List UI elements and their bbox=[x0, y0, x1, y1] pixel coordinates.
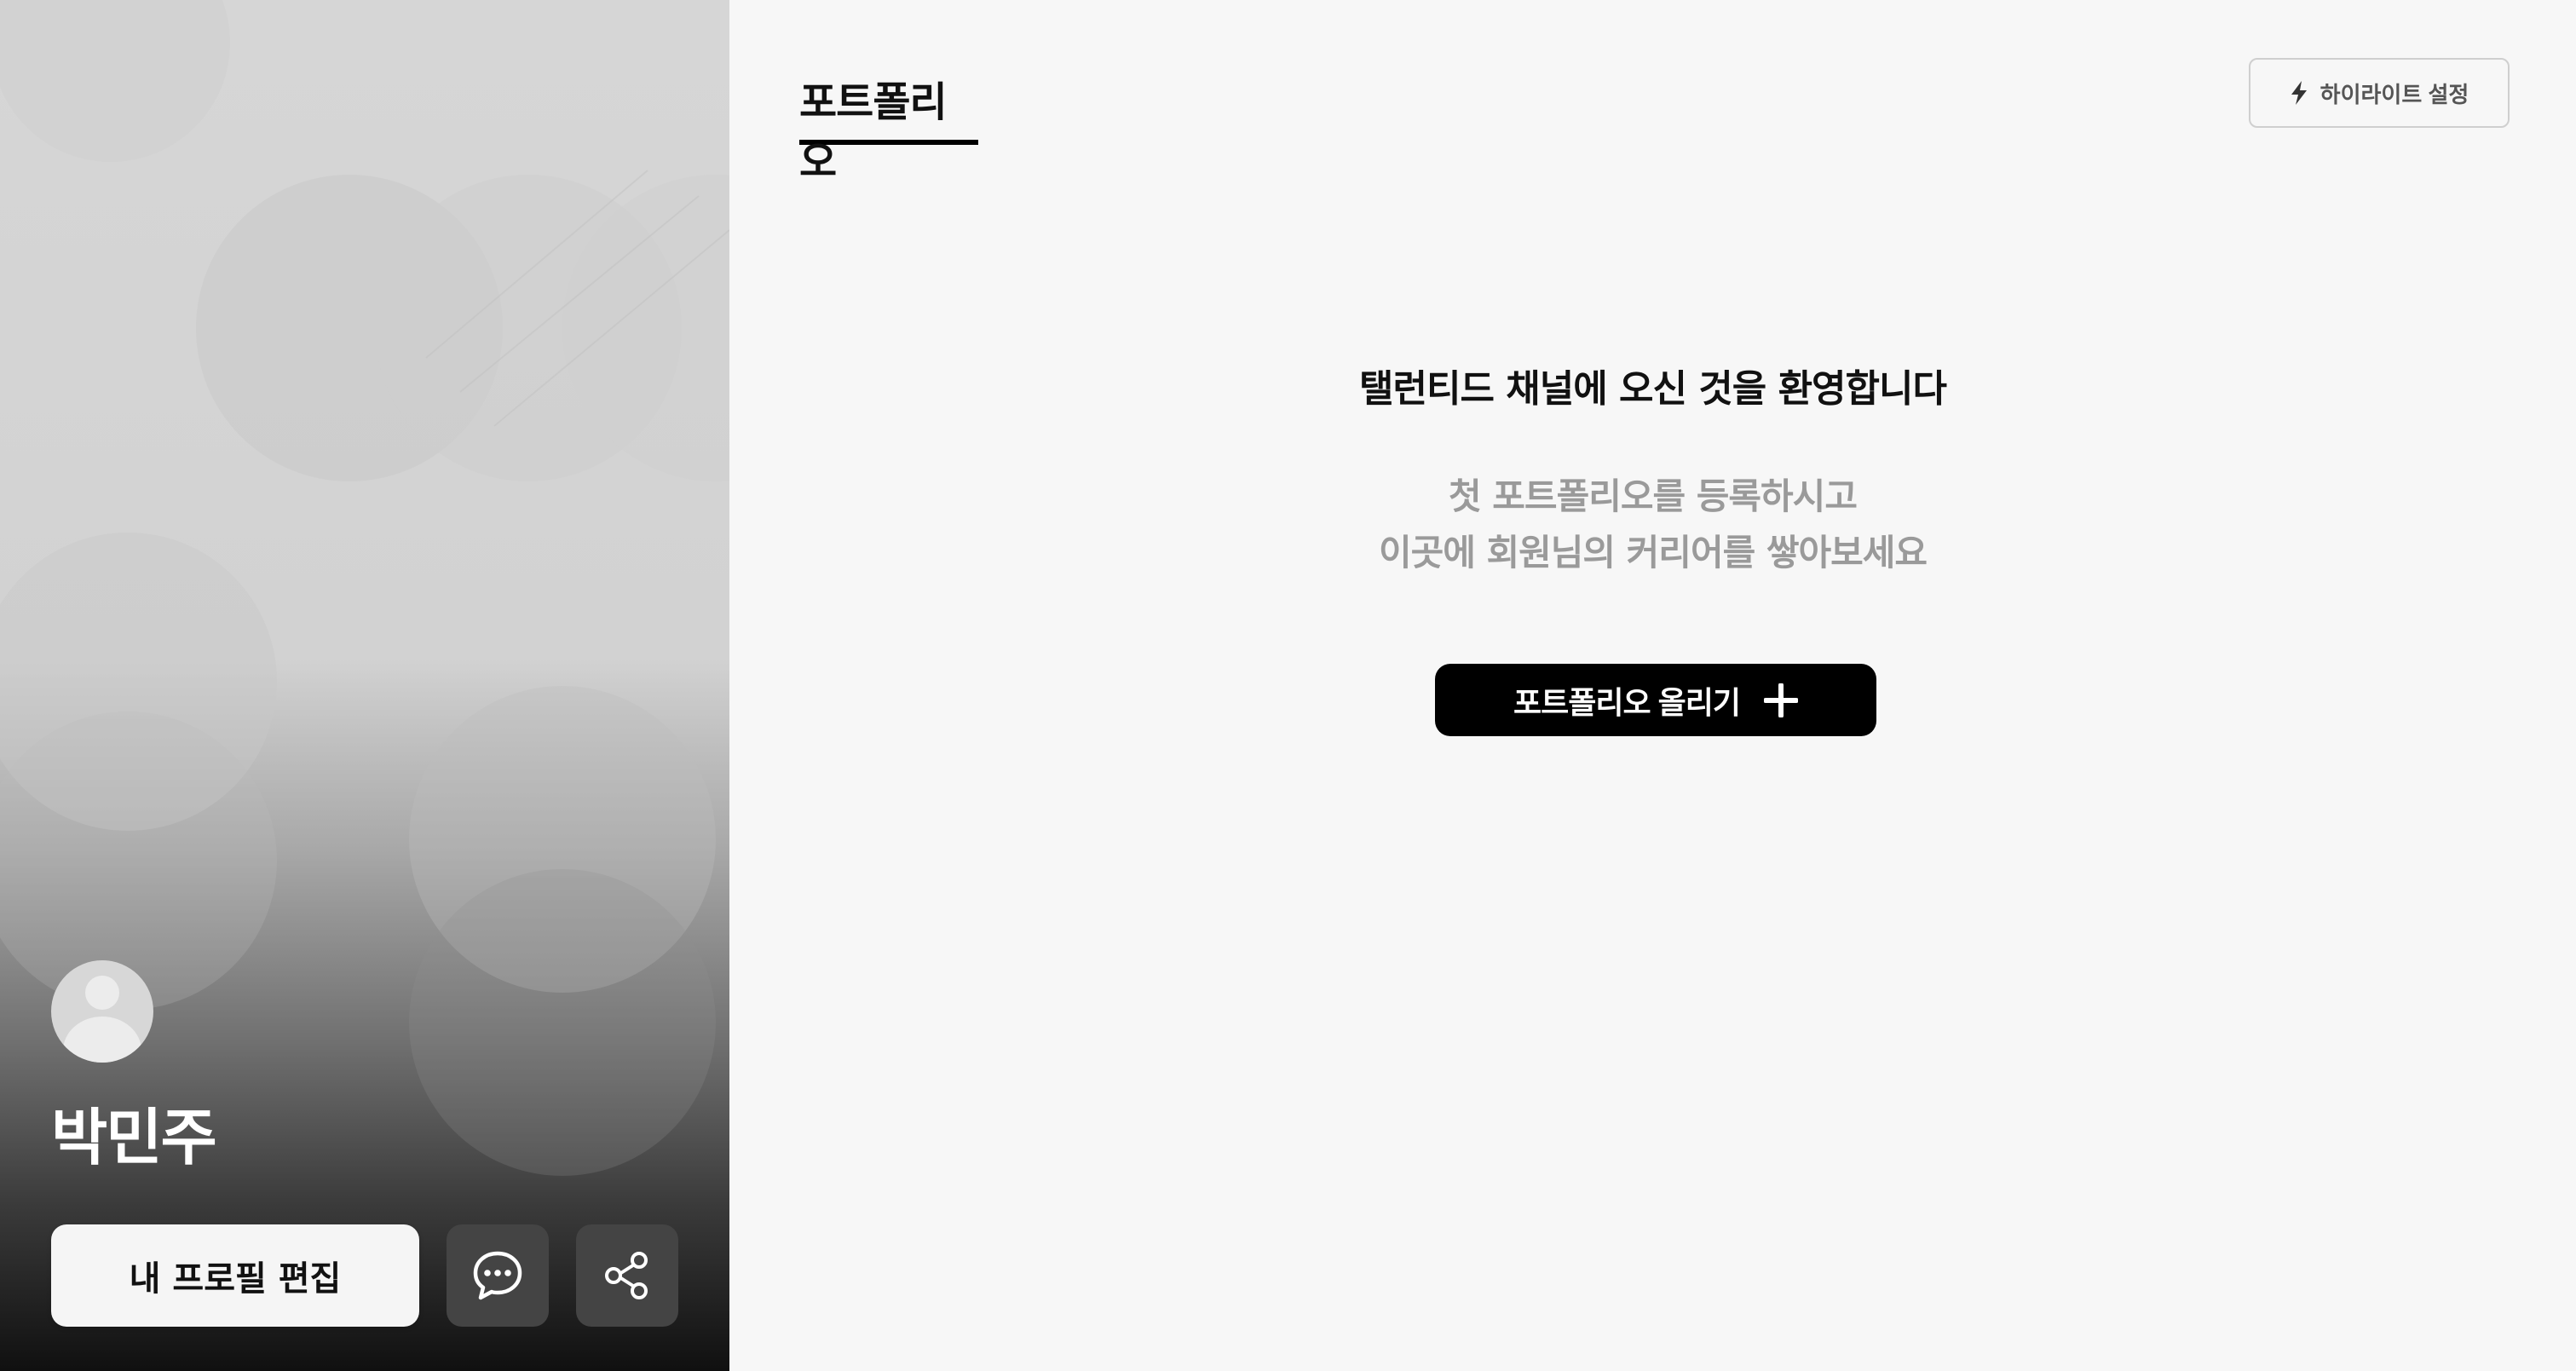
highlight-settings-button[interactable]: 하이라이트 설정 bbox=[2249, 58, 2510, 128]
welcome-subtext: 첫 포트폴리오를 등록하시고 이곳에 회원님의 커리어를 쌓아보세요 bbox=[729, 469, 2576, 581]
highlight-settings-label: 하이라이트 설정 bbox=[2320, 81, 2469, 107]
subtext-line-2: 이곳에 회원님의 커리어를 쌓아보세요 bbox=[1378, 532, 1928, 573]
profile-name: 박민주 bbox=[51, 1102, 217, 1173]
user-avatar-icon[interactable] bbox=[51, 960, 153, 1063]
chat-bubble-icon bbox=[473, 1251, 522, 1300]
upload-portfolio-label: 포트폴리오 올리기 bbox=[1513, 684, 1741, 720]
profile-actions: 내 프로필 편집 bbox=[51, 1224, 682, 1327]
welcome-title: 탤런티드 채널에 오신 것을 환영합니다 bbox=[1359, 367, 1947, 411]
subtext-line-1: 첫 포트폴리오를 등록하시고 bbox=[1449, 475, 1858, 517]
main-content: 포트폴리오 하이라이트 설정 탤런티드 채널에 오신 것을 환영합니다 첫 포트… bbox=[729, 0, 2576, 1371]
profile-panel: 박민주 내 프로필 편집 bbox=[0, 0, 729, 1371]
tab-portfolio[interactable]: 포트폴리오 bbox=[799, 68, 978, 186]
page: 박민주 내 프로필 편집 포트폴리오 하이라이트 설정 탤런티드 채널에 오신 … bbox=[0, 0, 2576, 1371]
edit-profile-button[interactable]: 내 프로필 편집 bbox=[51, 1224, 419, 1327]
share-icon bbox=[605, 1252, 648, 1299]
plus-icon bbox=[1763, 683, 1798, 717]
avatar-body bbox=[63, 1017, 141, 1063]
message-button[interactable] bbox=[447, 1224, 549, 1327]
upload-portfolio-button[interactable]: 포트폴리오 올리기 bbox=[1435, 664, 1876, 736]
profile-content: 박민주 내 프로필 편집 bbox=[51, 960, 682, 1327]
lightning-icon bbox=[2291, 81, 2307, 105]
share-button[interactable] bbox=[576, 1224, 678, 1327]
avatar-head bbox=[85, 976, 119, 1010]
